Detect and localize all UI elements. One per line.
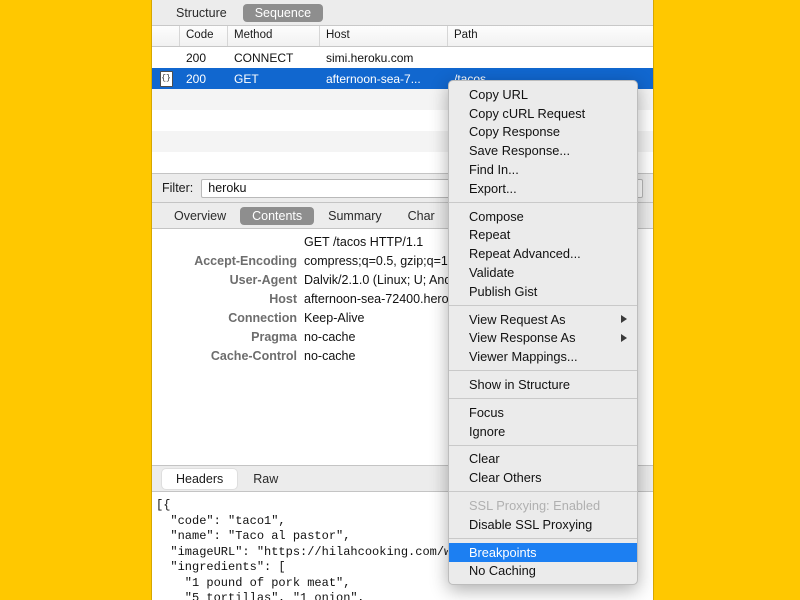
- menu-item-clear-others[interactable]: Clear Others: [449, 468, 637, 487]
- menu-item-save-response[interactable]: Save Response...: [449, 141, 637, 160]
- menu-item-breakpoints[interactable]: Breakpoints: [449, 542, 637, 562]
- chevron-right-icon: [621, 315, 627, 324]
- menu-item-no-caching[interactable]: No Caching: [449, 562, 637, 581]
- column-header-path[interactable]: Path: [448, 26, 653, 46]
- request-line-value: GET /tacos HTTP/1.1: [304, 235, 424, 249]
- header-key: Host: [269, 292, 297, 306]
- menu-item-label: View Request As: [469, 311, 566, 327]
- menu-item-copy-url[interactable]: Copy URL: [449, 85, 637, 104]
- row-host: afternoon-sea-7...: [326, 71, 421, 86]
- context-menu: Copy URL Copy cURL Request Copy Response…: [448, 80, 638, 586]
- menu-item-validate[interactable]: Validate: [449, 263, 637, 282]
- menu-separator: [449, 304, 637, 306]
- tab-raw[interactable]: Raw: [239, 469, 292, 489]
- header-value: Keep-Alive: [304, 311, 365, 325]
- row-code: 200: [186, 71, 207, 86]
- menu-separator: [449, 201, 637, 203]
- menu-separator: [449, 537, 637, 539]
- tab-overview[interactable]: Overview: [162, 207, 238, 225]
- header-value: no-cache: [304, 349, 356, 363]
- header-key: User-Agent: [229, 273, 297, 287]
- menu-item-compose[interactable]: Compose: [449, 207, 637, 226]
- column-header-host[interactable]: Host: [320, 26, 448, 46]
- menu-item-find-in[interactable]: Find In...: [449, 160, 637, 179]
- row-code: 200: [186, 50, 207, 65]
- row-icon-cell: {}: [152, 70, 180, 87]
- table-row[interactable]: 200 CONNECT simi.heroku.com: [152, 47, 653, 68]
- request-table-header: Code Method Host Path: [152, 26, 653, 47]
- chevron-right-icon: [621, 333, 627, 342]
- menu-item-copy-curl-request[interactable]: Copy cURL Request: [449, 104, 637, 123]
- row-host: simi.heroku.com: [326, 50, 414, 65]
- menu-item-repeat[interactable]: Repeat: [449, 226, 637, 245]
- filter-label: Filter:: [162, 181, 194, 195]
- menu-item-show-in-structure[interactable]: Show in Structure: [449, 375, 637, 394]
- menu-item-view-request-as[interactable]: View Request As: [449, 310, 637, 329]
- menu-item-view-response-as[interactable]: View Response As: [449, 329, 637, 348]
- menu-separator: [449, 444, 637, 446]
- row-method: CONNECT: [234, 50, 294, 65]
- tab-structure[interactable]: Structure: [164, 4, 239, 22]
- top-tab-bar: Structure Sequence: [152, 0, 653, 26]
- document-icon: {}: [159, 70, 173, 87]
- header-key: Pragma: [251, 330, 297, 344]
- request-line-spacer: .: [152, 233, 304, 252]
- column-header-icon[interactable]: [152, 26, 180, 46]
- menu-separator: [449, 491, 637, 493]
- menu-separator: [449, 370, 637, 372]
- tab-contents[interactable]: Contents: [240, 206, 315, 225]
- tab-headers[interactable]: Headers: [162, 468, 238, 489]
- menu-item-label: View Response As: [469, 330, 576, 346]
- row-method: GET: [234, 71, 259, 86]
- header-value: compress;q=0.5, gzip;q=1.0: [304, 254, 459, 268]
- menu-item-ignore[interactable]: Ignore: [449, 422, 637, 441]
- column-header-method[interactable]: Method: [228, 26, 320, 46]
- header-key: Cache-Control: [210, 349, 297, 363]
- menu-item-disable-ssl-proxying[interactable]: Disable SSL Proxying: [449, 515, 637, 534]
- menu-item-viewer-mappings[interactable]: Viewer Mappings...: [449, 347, 637, 366]
- menu-separator: [449, 397, 637, 399]
- menu-item-focus[interactable]: Focus: [449, 403, 637, 422]
- menu-item-clear[interactable]: Clear: [449, 450, 637, 469]
- menu-item-copy-response[interactable]: Copy Response: [449, 123, 637, 142]
- menu-item-export[interactable]: Export...: [449, 179, 637, 198]
- header-key: Connection: [228, 311, 297, 325]
- menu-item-publish-gist[interactable]: Publish Gist: [449, 282, 637, 301]
- menu-item-repeat-advanced[interactable]: Repeat Advanced...: [449, 244, 637, 263]
- header-key: Accept-Encoding: [194, 254, 297, 268]
- tab-summary[interactable]: Summary: [316, 207, 393, 225]
- tab-chart[interactable]: Char: [396, 207, 447, 225]
- menu-item-ssl-proxying-status: SSL Proxying: Enabled: [469, 498, 601, 514]
- header-value: no-cache: [304, 330, 356, 344]
- tab-sequence[interactable]: Sequence: [242, 3, 324, 22]
- column-header-code[interactable]: Code: [180, 26, 228, 46]
- screen: Structure Sequence Code Method Host Path…: [0, 0, 800, 600]
